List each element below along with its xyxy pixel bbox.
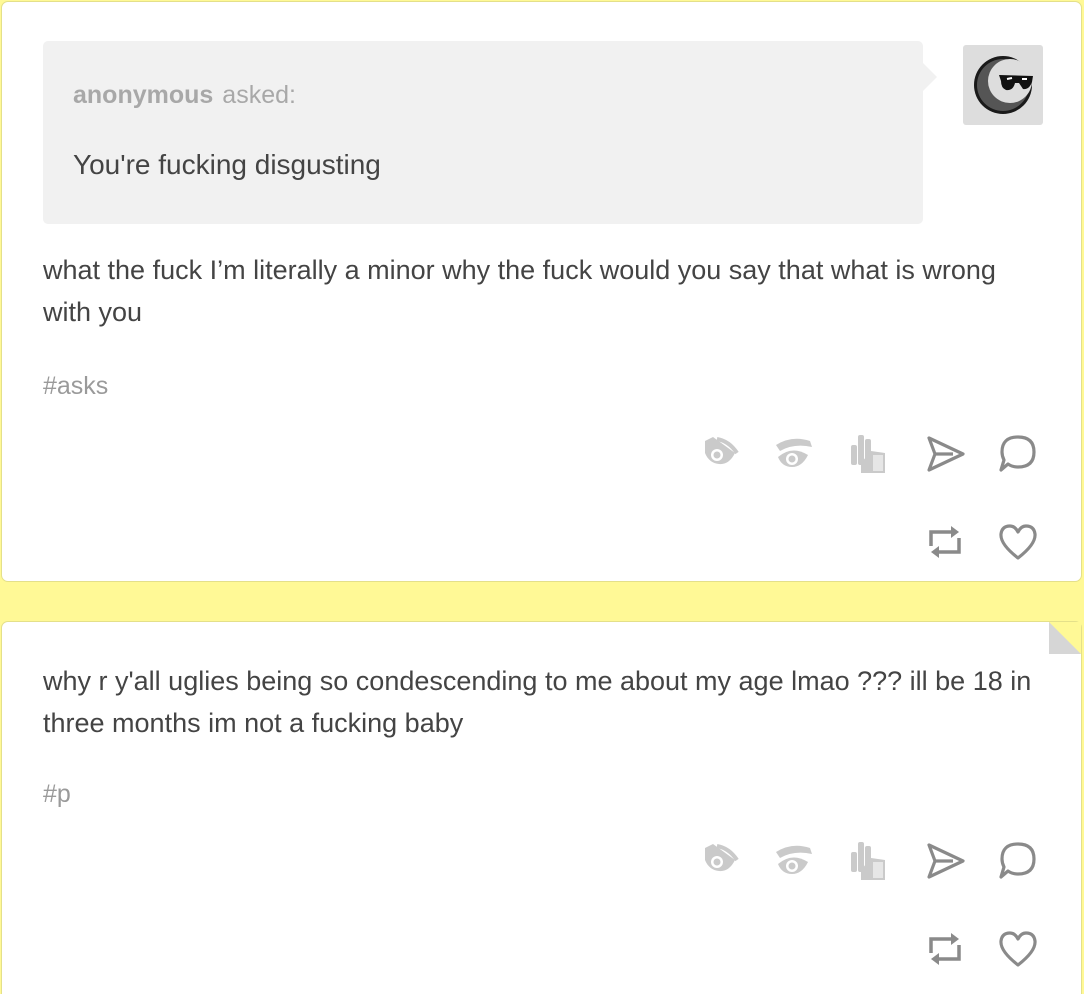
heart-icon[interactable] bbox=[996, 520, 1040, 564]
ask-question: You're fucking disgusting bbox=[73, 149, 381, 180]
post-tag[interactable]: #asks bbox=[43, 372, 108, 401]
hand-icon[interactable] bbox=[845, 838, 889, 882]
hand-icon[interactable] bbox=[845, 431, 889, 475]
send-icon[interactable] bbox=[923, 432, 967, 476]
reblog-icon[interactable] bbox=[923, 520, 967, 564]
ask-box: anonymous asked: You're fucking disgustin… bbox=[43, 41, 937, 224]
post-tag[interactable]: #p bbox=[43, 780, 71, 809]
asker-line: anonymous asked: bbox=[73, 81, 296, 110]
reblog-icon[interactable] bbox=[923, 927, 967, 971]
post-card: anonymous asked: You're fucking disgustin… bbox=[1, 1, 1082, 582]
post-body: what the fuck I’m literally a minor why … bbox=[43, 255, 996, 327]
asker-name[interactable]: anonymous bbox=[73, 81, 213, 109]
comment-icon[interactable] bbox=[996, 839, 1040, 883]
post-body: why r y'all uglies being so condescendin… bbox=[43, 666, 1032, 738]
post-card: why r y'all uglies being so condescendin… bbox=[1, 621, 1082, 994]
eye-brow-icon[interactable] bbox=[772, 431, 816, 475]
eye-dash-icon[interactable] bbox=[701, 431, 745, 475]
eye-brow-icon[interactable] bbox=[772, 838, 816, 882]
comment-icon[interactable] bbox=[996, 432, 1040, 476]
avatar[interactable] bbox=[963, 45, 1043, 125]
asker-verb: asked: bbox=[222, 81, 296, 109]
page-fold-corner bbox=[1049, 622, 1081, 654]
heart-icon[interactable] bbox=[996, 927, 1040, 971]
eye-dash-icon[interactable] bbox=[701, 838, 745, 882]
sunglasses-moon-avatar bbox=[974, 56, 1033, 114]
send-icon[interactable] bbox=[923, 839, 967, 883]
